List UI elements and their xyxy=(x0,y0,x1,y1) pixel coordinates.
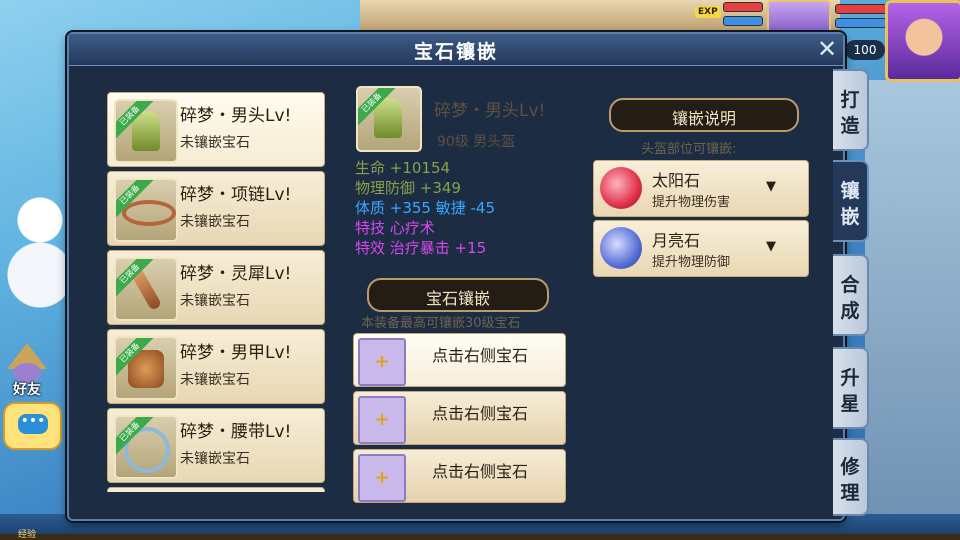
explain-section-title: 镶嵌说明 xyxy=(671,109,736,128)
equipment-name: 碎梦・项链Lv! xyxy=(180,185,292,205)
equipment-name: 碎梦・男甲Lv! xyxy=(180,343,292,363)
equipment-gem-status: 未镶嵌宝石 xyxy=(180,214,250,230)
selected-equipment-name: 碎梦・男头Lv! xyxy=(434,101,546,121)
gem-name: 太阳石 xyxy=(652,171,701,190)
equipment-gem-status: 未镶嵌宝石 xyxy=(180,293,250,309)
gem-name: 月亮石 xyxy=(652,231,701,250)
tab-label: 升 xyxy=(840,367,860,389)
equipment-item[interactable]: 已装备 碎梦・男甲Lv! 未镶嵌宝石 xyxy=(107,329,325,404)
chevron-down-icon[interactable]: ▼ xyxy=(766,179,776,194)
equipment-item[interactable]: 已装备 碎梦・灵犀Lv! 未镶嵌宝石 xyxy=(107,250,325,325)
tab-label: 镶 xyxy=(840,180,860,202)
pet-status-bars xyxy=(723,2,763,30)
equipment-gem-status: 未镶嵌宝石 xyxy=(180,135,250,151)
socket-instruction: 点击右侧宝石 xyxy=(432,462,529,481)
tab-label: 成 xyxy=(840,300,860,322)
necklace-icon: 已装备 xyxy=(114,178,178,242)
equipment-name: 碎梦・腰带Lv! xyxy=(180,422,292,442)
pet-mp-bar xyxy=(723,16,763,26)
tab-label: 打 xyxy=(840,89,860,111)
gem-socket-slot[interactable]: + 点击右侧宝石 xyxy=(353,333,566,387)
tab-inlay[interactable]: 镶 嵌 xyxy=(833,160,869,242)
friends-label: 好友 xyxy=(13,382,41,398)
gem-inlay-panel: 宝石镶嵌 ✕ 已装备 碎梦・男头Lv! 未镶嵌宝石 已装备 碎梦・项链Lv! 未… xyxy=(67,32,869,521)
player-avatar[interactable] xyxy=(885,0,960,82)
stat-line: 生命 +10154 xyxy=(355,159,451,177)
helmet-icon: 已装备 xyxy=(114,99,178,163)
equipment-item[interactable]: 已装备 碎梦・腰带Lv! 未镶嵌宝石 xyxy=(107,408,325,483)
tab-label: 理 xyxy=(840,482,860,504)
socket-section-title: 宝石镶嵌 xyxy=(425,289,490,308)
stat-line: 特效 治疗暴击 +15 xyxy=(355,239,487,257)
gem-option-moon-stone[interactable]: 月亮石 提升物理防御 ▼ xyxy=(593,220,809,277)
pet-hp-bar xyxy=(723,2,763,12)
plus-icon: + xyxy=(374,409,390,430)
player-hp-bar xyxy=(835,4,887,14)
player-mp-bar xyxy=(835,18,887,28)
tab-label: 合 xyxy=(840,274,860,296)
tab-star-up[interactable]: 升 星 xyxy=(833,347,869,429)
equipment-list[interactable]: 已装备 碎梦・男头Lv! 未镶嵌宝石 已装备 碎梦・项链Lv! 未镶嵌宝石 已装… xyxy=(107,92,325,492)
equipment-gem-status: 未镶嵌宝石 xyxy=(180,451,250,467)
equipment-gem-status: 未镶嵌宝石 xyxy=(180,372,250,388)
chat-bubble-icon: ••• xyxy=(18,414,48,434)
panel-titlebar: 宝石镶嵌 ✕ xyxy=(69,34,843,66)
armor-icon: 已装备 xyxy=(114,336,178,400)
tab-forge[interactable]: 打 造 xyxy=(833,69,869,151)
gem-option-sun-stone[interactable]: 太阳石 提升物理伤害 ▼ xyxy=(593,160,809,217)
empty-socket: + xyxy=(358,396,406,444)
tab-combine[interactable]: 合 成 xyxy=(833,254,869,336)
explain-hint: 头盔部位可镶嵌: xyxy=(641,142,737,157)
socket-instruction: 点击右侧宝石 xyxy=(432,346,529,365)
socket-instruction: 点击右侧宝石 xyxy=(432,404,529,423)
experience-label: 经验 xyxy=(18,530,37,540)
empty-socket: + xyxy=(358,338,406,386)
tab-label: 嵌 xyxy=(840,206,860,228)
equipment-name: 碎梦・灵犀Lv! xyxy=(180,264,292,284)
close-button[interactable]: ✕ xyxy=(814,36,840,62)
selected-helmet-icon: 已装备 xyxy=(356,86,422,152)
gem-description: 提升物理伤害 xyxy=(652,195,731,210)
equipment-item[interactable]: 已装备 碎梦・男头Lv! 未镶嵌宝石 xyxy=(107,92,325,167)
stat-line: 物理防御 +349 xyxy=(355,179,461,197)
explain-section-banner: 镶嵌说明 xyxy=(609,98,799,132)
belt-icon: 已装备 xyxy=(114,415,178,479)
talisman-icon: 已装备 xyxy=(114,257,178,321)
tab-label: 星 xyxy=(840,393,860,415)
equipment-item-partial[interactable] xyxy=(107,487,325,492)
tab-label: 修 xyxy=(840,456,860,478)
gem-socket-slot[interactable]: + 点击右侧宝石 xyxy=(353,449,566,503)
panel-title: 宝石镶嵌 xyxy=(413,41,498,63)
socket-section-banner: 宝石镶嵌 xyxy=(367,278,549,312)
equipment-item[interactable]: 已装备 碎梦・项链Lv! 未镶嵌宝石 xyxy=(107,171,325,246)
exp-badge: EXP xyxy=(695,6,721,18)
chat-button[interactable]: ••• xyxy=(3,402,62,450)
gem-description: 提升物理防御 xyxy=(652,255,731,270)
gem-socket-slot[interactable]: + 点击右侧宝石 xyxy=(353,391,566,445)
experience-bar xyxy=(0,534,960,540)
moon-stone-icon xyxy=(600,227,642,269)
friends-button[interactable]: 好友 xyxy=(2,343,52,401)
empty-socket: + xyxy=(358,454,406,502)
sun-stone-icon xyxy=(600,167,642,209)
tab-label: 造 xyxy=(840,115,860,137)
chevron-down-icon[interactable]: ▼ xyxy=(766,239,776,254)
selected-equipment-type: 90级 男头盔 xyxy=(437,134,516,150)
tab-repair[interactable]: 修 理 xyxy=(833,438,869,516)
stat-line: 特技 心疗术 xyxy=(355,219,435,237)
plus-icon: + xyxy=(374,467,390,488)
plus-icon: + xyxy=(374,351,390,372)
player-level: 100 xyxy=(845,40,885,60)
background-scenery-right xyxy=(865,80,960,540)
socket-level-hint: 本装备最高可镶嵌30级宝石 xyxy=(361,316,521,331)
stat-line: 体质 +355 敏捷 -45 xyxy=(355,199,496,217)
equipment-name: 碎梦・男头Lv! xyxy=(180,106,292,126)
